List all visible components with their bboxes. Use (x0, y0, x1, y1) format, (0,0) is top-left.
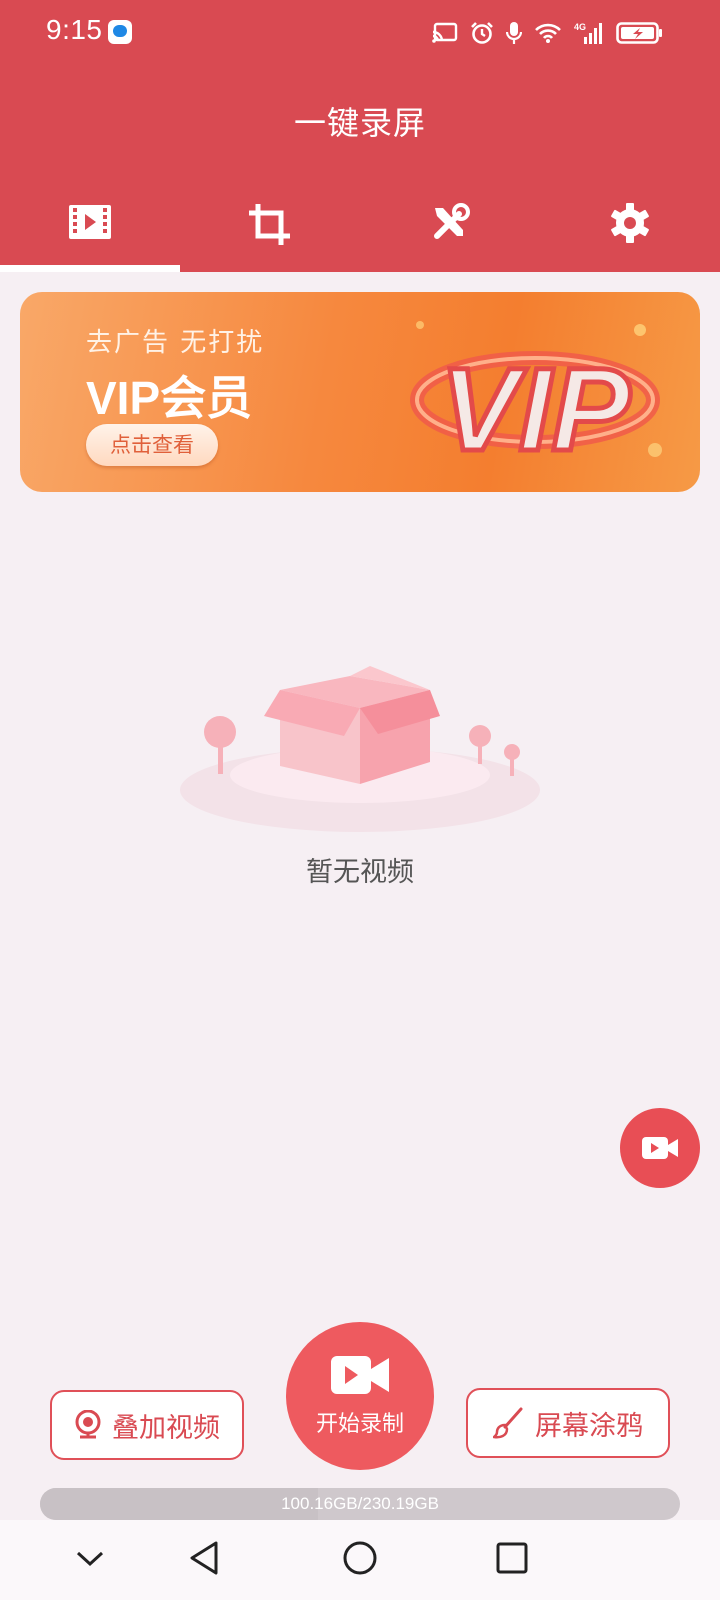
video-camera-icon (642, 1137, 678, 1159)
recents-icon[interactable] (496, 1542, 528, 1574)
storage-usage-bar: 100.16GB/230.19GB (40, 1488, 680, 1520)
app-header: 9:15 4G 一键录屏 (0, 0, 720, 272)
start-record-label: 开始录制 (315, 1412, 404, 1437)
status-icons: 4G (432, 18, 664, 48)
empty-box-illustration (180, 666, 540, 832)
svg-text:4G: 4G (574, 22, 586, 32)
storage-usage-text: 100.16GB/230.19GB (281, 1494, 439, 1513)
screen-doodle-label: 屏幕涂鸦 (535, 1410, 643, 1442)
home-icon[interactable] (342, 1540, 378, 1576)
chevron-down-icon[interactable] (76, 1550, 104, 1568)
tab-tools[interactable] (360, 190, 540, 272)
tools-icon (434, 203, 470, 239)
alarm-icon (471, 22, 493, 44)
gear-icon (611, 203, 649, 243)
overlay-video-label: 叠加视频 (112, 1412, 220, 1444)
battery-charging-icon (616, 22, 662, 44)
empty-state-text: 暂无视频 (306, 857, 414, 888)
active-tab-indicator (0, 265, 180, 272)
vip-badge-illustration: VIP (410, 321, 662, 479)
system-nav-bar (0, 1520, 720, 1600)
message-notification-icon (108, 20, 132, 44)
tab-crop[interactable] (180, 190, 360, 272)
overlay-video-button[interactable]: 叠加视频 (50, 1390, 244, 1460)
app-title: 一键录屏 (293, 104, 426, 142)
floating-record-button[interactable] (620, 1108, 700, 1188)
status-bar: 9:15 4G (0, 0, 720, 66)
start-record-button[interactable]: 开始录制 (286, 1322, 434, 1470)
video-camera-icon (331, 1356, 389, 1394)
status-time: 9:15 (46, 14, 103, 45)
crop-icon (249, 204, 290, 245)
back-icon[interactable] (188, 1540, 220, 1576)
vip-title: VIP会员 (86, 372, 253, 424)
vip-subtitle: 去广告 无打扰 (86, 328, 265, 358)
vip-badge-text: VIP (440, 344, 630, 476)
screen-doodle-button[interactable]: 屏幕涂鸦 (466, 1388, 670, 1458)
tab-videos[interactable] (0, 190, 180, 272)
cast-icon (432, 22, 458, 43)
brush-icon (493, 1407, 523, 1439)
microphone-icon (506, 22, 522, 44)
tab-settings[interactable] (540, 190, 720, 272)
wifi-icon (535, 23, 561, 43)
vip-view-button[interactable]: 点击查看 (86, 424, 218, 466)
tab-bar (0, 190, 720, 272)
video-list-icon (69, 205, 111, 239)
vip-banner[interactable]: 去广告 无打扰 VIP会员 点击查看 VIP (20, 292, 700, 492)
signal-icon: 4G (574, 22, 602, 44)
webcam-icon (75, 1410, 101, 1439)
